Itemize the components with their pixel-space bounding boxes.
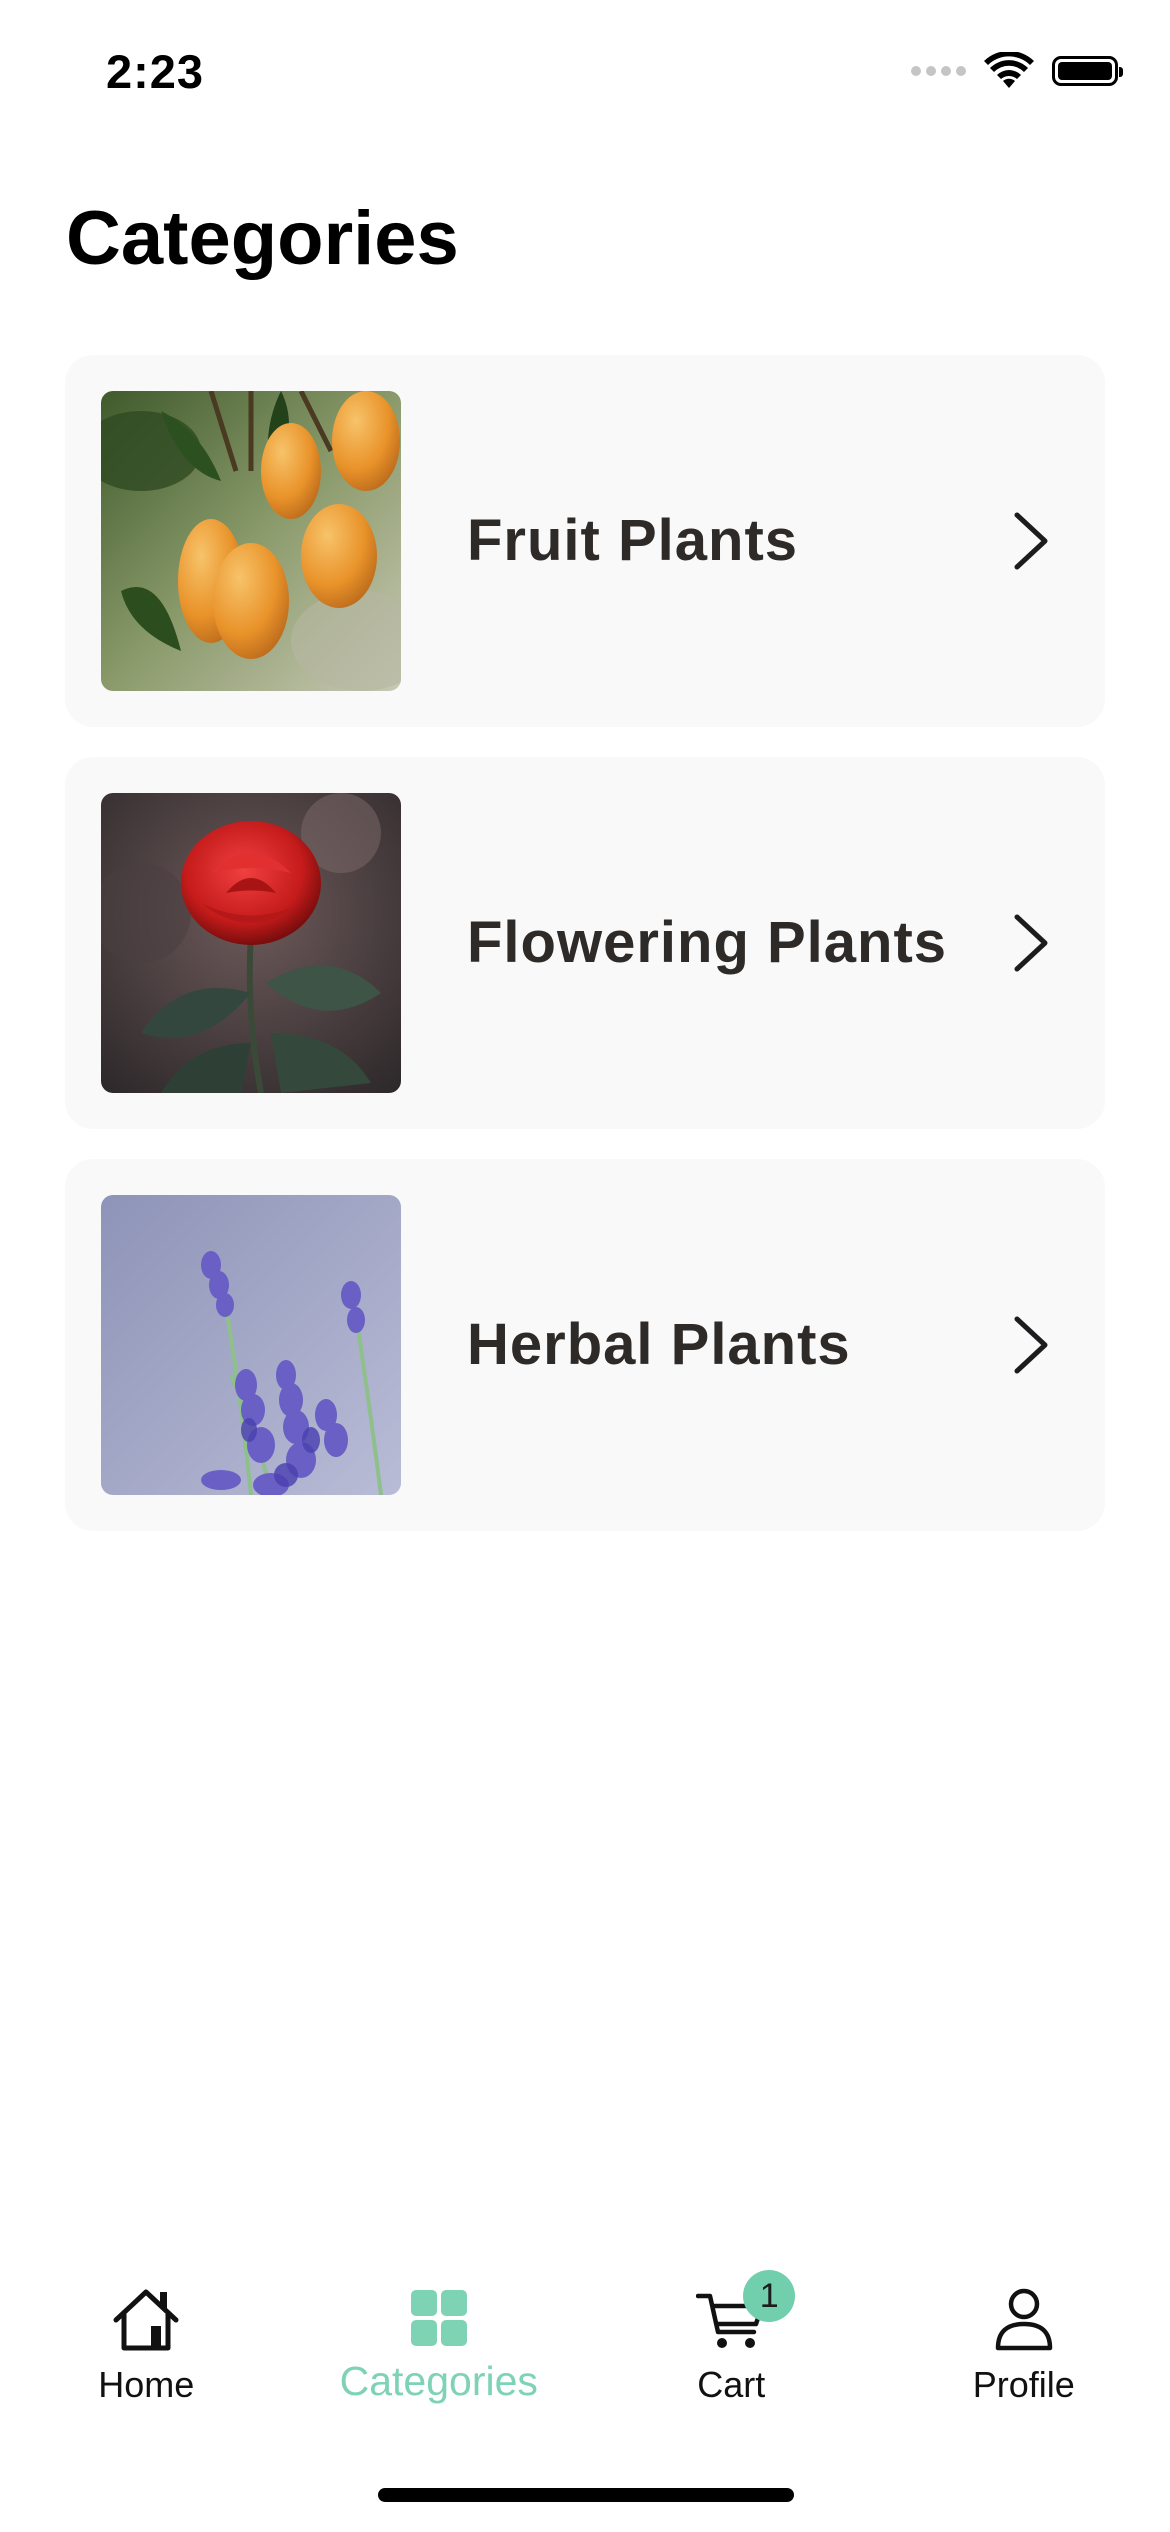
red-rose-photo: [101, 793, 401, 1093]
chevron-right-icon: [1014, 1316, 1048, 1374]
tab-label: Home: [98, 2364, 195, 2405]
chevron-right-icon: [1014, 512, 1048, 570]
bottom-tab-bar: Home Categories 1 Cart Profile: [0, 2270, 1170, 2420]
chevron-right-icon: [1014, 914, 1048, 972]
category-label: Fruit Plants: [467, 508, 799, 573]
person-icon: [995, 2288, 1052, 2351]
cellular-signal-icon: [911, 66, 966, 76]
status-time: 2:23: [106, 45, 205, 98]
tab-label: Categories: [339, 2358, 538, 2404]
category-list: Fruit Plants Flowering Plants Herbal Pla…: [65, 355, 1105, 1561]
grid-icon: [410, 2290, 467, 2346]
status-indicators: [911, 52, 1123, 90]
tab-categories[interactable]: Categories: [293, 2270, 586, 2420]
tab-home[interactable]: Home: [0, 2270, 293, 2420]
cart-count-badge: 1: [743, 2270, 796, 2322]
category-card-fruit-plants[interactable]: Fruit Plants: [65, 355, 1105, 727]
tab-cart[interactable]: 1 Cart: [585, 2270, 878, 2420]
status-bar: 2:23: [0, 0, 1170, 150]
category-label: Flowering Plants: [467, 910, 948, 975]
tab-label: Profile: [972, 2364, 1075, 2405]
category-card-flowering-plants[interactable]: Flowering Plants: [65, 757, 1105, 1129]
mango-tree-photo: [101, 391, 401, 691]
home-indicator: [378, 2488, 794, 2502]
category-label: Herbal Plants: [467, 1312, 851, 1377]
categories-screen: 2:23 Categories Fruit Plants Flowering P…: [0, 0, 1170, 2532]
category-card-herbal-plants[interactable]: Herbal Plants: [65, 1159, 1105, 1531]
page-title: Categories: [66, 196, 459, 281]
tab-label: Cart: [697, 2364, 766, 2405]
wifi-icon: [984, 52, 1034, 88]
tab-profile[interactable]: Profile: [878, 2270, 1170, 2420]
home-icon: [113, 2289, 179, 2351]
battery-icon: [1052, 56, 1123, 86]
lavender-photo: [101, 1195, 401, 1495]
